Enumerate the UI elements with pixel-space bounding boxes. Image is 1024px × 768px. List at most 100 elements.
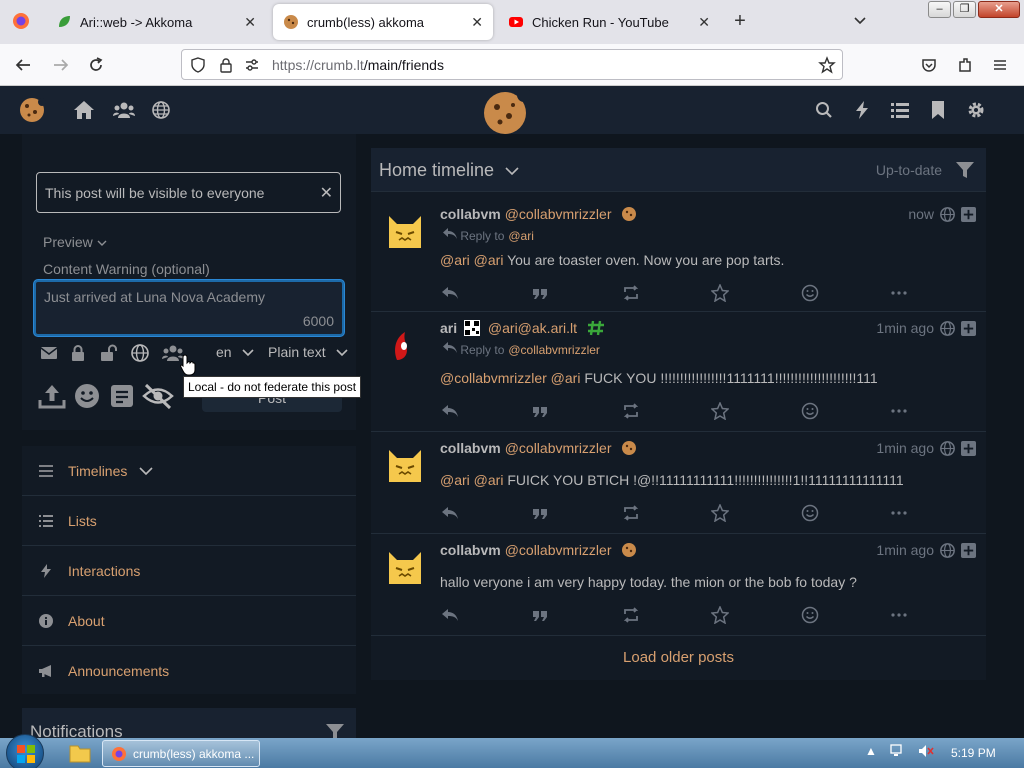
quote-icon[interactable] [531,402,549,420]
post-time[interactable]: 1min ago [876,440,934,456]
emoji-icon[interactable] [73,382,101,410]
reload-button[interactable] [85,54,107,76]
clock[interactable]: 5:19 PM [951,746,996,760]
firefox-taskbar-button[interactable]: crumb(less) akkoma ... [102,740,260,767]
star-icon[interactable] [711,284,729,302]
author-acct[interactable]: @collabvmrizzler [505,542,612,558]
reply-icon[interactable] [441,504,459,522]
expand-icon[interactable] [961,320,976,336]
nav-item-announcements[interactable]: Announcements [22,646,356,696]
author-acct[interactable]: @collabvmrizzler [505,440,612,456]
dismiss-notice-button[interactable]: ✕ [320,183,333,203]
status-textarea[interactable]: Just arrived at Luna Nova Academy 6000 [34,280,344,336]
content-warning-input[interactable]: Content Warning (optional) [43,261,210,277]
expand-icon[interactable] [961,206,976,222]
bolt-icon[interactable] [850,98,874,122]
unlock-icon[interactable] [99,344,117,362]
nav-item-lists[interactable]: Lists [22,496,356,546]
minimize-button[interactable]: – [928,1,951,18]
home-icon[interactable] [72,98,96,122]
format-select[interactable]: Plain text [268,344,348,360]
expand-icon[interactable] [961,542,976,558]
close-window-button[interactable]: ✕ [978,1,1020,18]
site-logo[interactable] [480,86,531,136]
close-tab-icon[interactable]: ✕ [244,14,256,31]
filter-icon[interactable] [956,162,974,178]
quote-icon[interactable] [531,504,549,522]
nav-item-interactions[interactable]: Interactions [22,546,356,596]
reply-icon[interactable] [441,402,459,420]
reply-icon[interactable] [441,284,459,302]
preview-toggle[interactable]: Preview [43,234,107,250]
status-post[interactable]: collabvm @collabvmrizzler 1min ago hallo … [371,534,986,636]
url-bar[interactable]: https://crumb.lt/main/friends [181,49,843,80]
upload-icon[interactable] [38,382,66,410]
close-tab-icon[interactable]: ✕ [698,14,710,31]
star-icon[interactable] [711,606,729,624]
quote-icon[interactable] [531,284,549,302]
start-button[interactable] [6,734,44,768]
post-time[interactable]: 1min ago [876,320,934,336]
globe-icon[interactable] [149,98,173,122]
timeline-title[interactable]: Home timeline [379,160,519,181]
repeat-icon[interactable] [622,606,640,624]
extensions-icon[interactable] [954,54,976,76]
pocket-icon[interactable] [918,54,940,76]
show-hidden-icons-icon[interactable]: ▲ [865,744,877,758]
more-icon[interactable] [890,402,908,420]
reply-to-link[interactable]: @collabvmrizzler [508,343,600,357]
avatar[interactable] [385,324,425,364]
tab-crumbless-akkoma[interactable]: crumb(less) akkoma ✕ [273,4,493,40]
app-menu-icon[interactable] [989,54,1011,76]
cookie-logo-icon[interactable] [18,96,46,124]
nav-item-about[interactable]: About [22,596,356,646]
mentions[interactable]: @ari @ari [440,252,503,268]
list-all-tabs-icon[interactable] [852,12,872,32]
lock-icon[interactable] [218,57,234,73]
back-button[interactable] [12,54,34,76]
poll-icon[interactable] [108,382,136,410]
envelope-icon[interactable] [40,344,58,362]
permissions-icon[interactable] [244,57,260,73]
star-icon[interactable] [711,402,729,420]
mentions[interactable]: @ari @ari [440,472,503,488]
forward-button[interactable] [50,54,72,76]
avatar[interactable] [385,444,425,484]
author-name[interactable]: collabvm [440,542,501,558]
filter-icon[interactable] [326,724,344,738]
volume-muted-icon[interactable] [918,744,934,758]
status-post[interactable]: collabvm @collabvmrizzler 1min ago @ari @… [371,432,986,534]
bookmark-icon[interactable] [926,98,950,122]
more-icon[interactable] [890,504,908,522]
shield-icon[interactable] [190,57,206,73]
gear-icon[interactable] [964,98,988,122]
more-icon[interactable] [890,284,908,302]
quote-icon[interactable] [531,606,549,624]
author-acct[interactable]: @ari@ak.ari.lt [488,320,577,336]
users-icon[interactable] [112,98,136,122]
globe-icon[interactable] [131,344,149,362]
repeat-icon[interactable] [622,284,640,302]
post-time[interactable]: 1min ago [876,542,934,558]
close-tab-icon[interactable]: ✕ [471,14,483,31]
emoji-react-icon[interactable] [801,284,819,302]
author-name[interactable]: collabvm [440,440,501,456]
post-time[interactable]: now [908,206,934,222]
url-text[interactable]: https://crumb.lt/main/friends [272,57,444,73]
emoji-react-icon[interactable] [801,606,819,624]
bookmark-star-icon[interactable] [818,56,836,74]
emoji-react-icon[interactable] [801,402,819,420]
mentions[interactable]: @collabvmrizzler @ari [440,370,580,386]
reply-to-link[interactable]: @ari [508,229,534,243]
avatar[interactable] [385,210,425,250]
avatar[interactable] [385,546,425,586]
new-tab-button[interactable]: + [728,10,752,34]
author-name[interactable]: ari [440,320,457,336]
expand-icon[interactable] [961,440,976,456]
author-name[interactable]: collabvm [440,206,501,222]
eye-slash-icon[interactable] [142,382,174,410]
tab-ari-web[interactable]: Ari::web -> Akkoma ✕ [46,4,266,40]
firefox-menu-icon[interactable] [12,12,30,35]
search-icon[interactable] [812,98,836,122]
reply-icon[interactable] [441,606,459,624]
